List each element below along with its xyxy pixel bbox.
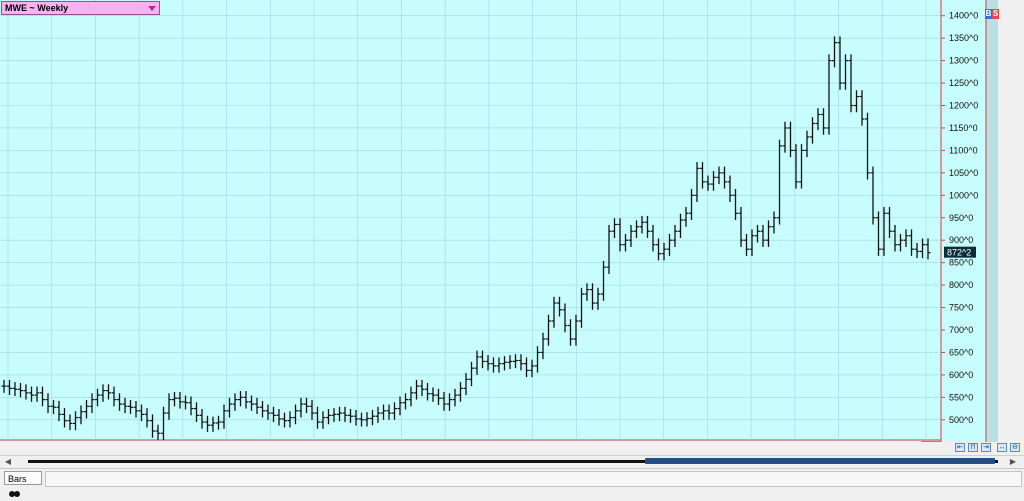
link-icon [9,487,20,501]
price-tick-label: 1400^0 [949,11,978,21]
buy-button[interactable]: B [985,9,992,19]
plot-area [0,0,941,442]
expand-button[interactable]: ↔ [997,443,1007,452]
chart-type-label: Bars [8,474,27,484]
price-chart[interactable]: 1400^0 1350^0 1300^0 1250^0 1200^0 1150^0 1100… [0,0,1024,442]
outer-margin [998,0,1024,442]
compress-button[interactable]: ⊓ [968,443,978,452]
price-tick-label: 1150^0 [949,123,978,133]
price-tick-label: 900^0 [949,235,973,245]
symbol-label: MWE ~ Weekly [5,3,69,13]
scroll-left-icon[interactable]: ◀ [3,457,13,467]
chart-type-selector[interactable]: Bars [4,471,42,497]
axis-margin [986,0,998,442]
price-tick-label: 750^0 [949,303,973,313]
symbol-selector[interactable]: MWE ~ Weekly [1,1,160,15]
scroll-thumb[interactable] [645,458,995,464]
price-tick-label: 1050^0 [949,168,978,178]
time-cursor-box [921,441,941,442]
price-tick-label: 600^0 [949,370,973,380]
price-tick-label: 1100^0 [949,145,978,155]
price-tick-label: 550^0 [949,392,973,402]
status-field [45,471,1022,487]
zoom-out-button[interactable]: ⊖ [1010,443,1020,452]
price-tick-label: 1250^0 [949,78,978,88]
price-tick-label: 800^0 [949,280,973,290]
price-tick-label: 650^0 [949,347,973,357]
last-price-tag: 872^2 [944,246,976,258]
buy-sell-buttons[interactable]: BS [985,9,999,19]
price-tick-label: 850^0 [949,258,973,268]
price-tick-label: 1200^0 [949,101,978,111]
price-tick-label: 500^0 [949,415,973,425]
price-tick-label: 1000^0 [949,190,978,200]
scroll-right-icon[interactable]: ▶ [1008,457,1018,467]
scroll-end-button[interactable]: ⇥ [981,443,991,452]
last-price-label: 872^2 [947,248,971,258]
price-tick-label: 950^0 [949,213,973,223]
time-scrollbar[interactable]: ◀ ▶ [0,455,1024,468]
price-tick-label: 700^0 [949,325,973,335]
price-tick-label: 1300^0 [949,56,978,66]
status-bar: Bars [0,468,1024,497]
sell-button[interactable]: S [992,9,999,19]
chevron-down-icon[interactable] [148,6,156,11]
scroll-start-button[interactable]: ⇤ [955,443,965,452]
price-tick-label: 1350^0 [949,33,978,43]
